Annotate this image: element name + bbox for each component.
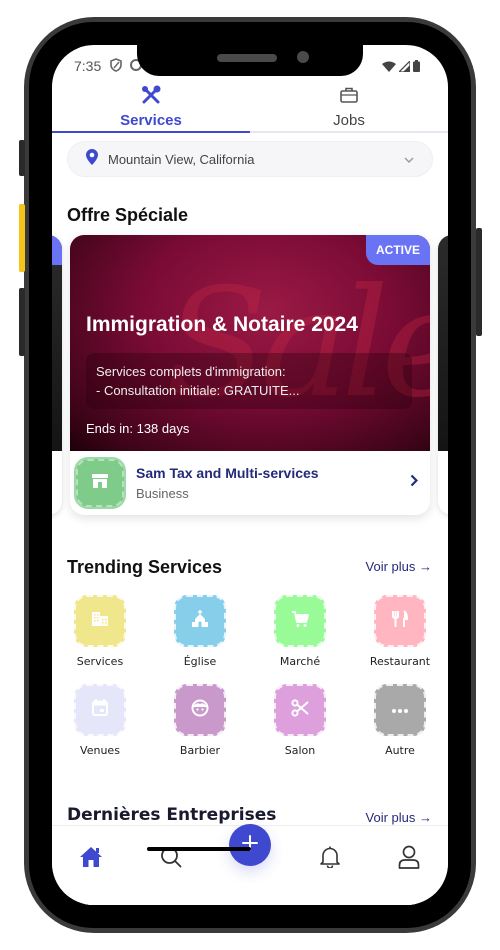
category-tile <box>74 684 126 736</box>
app-screen: 7:35 Services Jobs Mountain View, Califo… <box>52 45 448 905</box>
nav-profile[interactable] <box>389 844 429 874</box>
tab-jobs-label: Jobs <box>333 112 365 129</box>
business-type: Business <box>136 486 189 501</box>
offer-image: Sale <box>70 235 430 451</box>
tab-services-label: Services <box>120 112 182 129</box>
phone-power-button <box>476 228 482 336</box>
category-tile <box>274 684 326 736</box>
plus-icon <box>242 834 258 856</box>
status-badge: ACTIVE <box>365 235 430 265</box>
top-tabs: Services Jobs <box>52 83 448 133</box>
category-label: Marché <box>279 655 321 668</box>
category-label: Autre <box>385 744 415 757</box>
phone-volume-up-button <box>19 204 25 272</box>
cart-icon <box>291 610 310 633</box>
category-restaurant[interactable]: Restaurant <box>350 595 448 668</box>
shield-icon <box>110 58 122 77</box>
location-selector[interactable]: Mountain View, California <box>67 141 433 177</box>
offer-card[interactable]: Sale ACTIVE Immigration & Notaire 2024 S… <box>70 235 430 515</box>
offer-countdown: Ends in: 138 days <box>86 421 190 436</box>
phone-notch <box>137 45 363 76</box>
category-tile <box>274 595 326 647</box>
more-icon <box>391 701 409 719</box>
special-offer-heading: Offre Spéciale <box>67 205 189 225</box>
offer-business-row[interactable]: Sam Tax and Multi-services Business <box>70 451 430 515</box>
category-tile <box>374 595 426 647</box>
business-info: Sam Tax and Multi-services Business <box>136 465 410 501</box>
trending-services-heading: Trending Services <box>67 557 223 577</box>
tab-services[interactable]: Services <box>52 83 250 133</box>
category-tile <box>374 684 426 736</box>
phone-silent-switch <box>19 140 25 176</box>
latest-see-more-link[interactable]: Voir plus → <box>366 810 432 825</box>
user-icon <box>398 845 420 874</box>
gesture-bar-area <box>52 883 448 905</box>
business-logo <box>74 457 126 509</box>
location-value: Mountain View, California <box>108 151 255 167</box>
offer-description: Services complets d'immigration: - Consu… <box>86 353 412 409</box>
face-icon <box>191 699 209 722</box>
category-salon[interactable]: Salon <box>250 684 350 757</box>
previous-offer-card[interactable] <box>52 235 62 515</box>
category-label: Salon <box>284 744 316 757</box>
category-tile <box>174 684 226 736</box>
briefcase-icon <box>339 85 359 110</box>
category-autre[interactable]: Autre <box>350 684 448 757</box>
status-icons <box>382 59 420 77</box>
category-label: Restaurant <box>369 655 431 668</box>
offer-description-line: Services complets d'immigration: <box>96 364 286 379</box>
latest-businesses-heading: Dernières Entreprises <box>67 805 277 825</box>
category-label: Église <box>183 655 217 668</box>
home-icon <box>79 846 103 873</box>
offer-title: Immigration & Notaire 2024 <box>86 313 358 336</box>
tools-icon <box>141 85 161 110</box>
category-barbier[interactable]: Barbier <box>150 684 250 757</box>
business-name: Sam Tax and Multi-services <box>136 465 319 481</box>
category-venues[interactable]: Venues <box>52 684 150 757</box>
phone-volume-down-button <box>19 288 25 356</box>
nav-notifications[interactable] <box>310 844 350 874</box>
category-services[interactable]: Services <box>52 595 150 668</box>
building-icon <box>91 611 109 632</box>
category-label: Services <box>76 655 124 668</box>
status-time: 7:35 <box>74 58 102 74</box>
utensils-icon <box>391 609 409 633</box>
church-icon <box>191 609 209 633</box>
signal-icon <box>397 59 411 77</box>
next-offer-image <box>438 235 448 451</box>
nav-home[interactable] <box>71 844 111 874</box>
scissors-icon <box>291 698 309 722</box>
category-marche[interactable]: Marché <box>250 595 350 668</box>
next-offer-card[interactable] <box>438 235 448 515</box>
previous-offer-badge <box>52 235 62 265</box>
category-tile <box>174 595 226 647</box>
calendar-icon <box>92 699 108 721</box>
chevron-right-icon[interactable] <box>410 474 419 492</box>
previous-offer-image <box>52 235 62 451</box>
battery-icon <box>413 59 420 77</box>
special-offer-carousel[interactable]: Sale ACTIVE Immigration & Notaire 2024 S… <box>52 235 448 517</box>
category-label: Venues <box>80 744 120 757</box>
trending-see-more-link[interactable]: Voir plus → <box>366 559 432 574</box>
category-tile <box>74 595 126 647</box>
map-pin-icon <box>86 148 98 170</box>
tab-jobs[interactable]: Jobs <box>250 83 448 131</box>
bell-icon <box>320 846 340 873</box>
chevron-down-icon <box>404 150 414 168</box>
category-eglise[interactable]: Église <box>150 595 250 668</box>
offer-description-line: - Consultation initiale: GRATUITE... <box>96 383 300 398</box>
store-icon <box>91 473 109 494</box>
home-indicator[interactable] <box>147 847 251 851</box>
category-label: Barbier <box>179 744 221 757</box>
wifi-icon <box>382 59 396 77</box>
add-button[interactable] <box>229 824 271 866</box>
